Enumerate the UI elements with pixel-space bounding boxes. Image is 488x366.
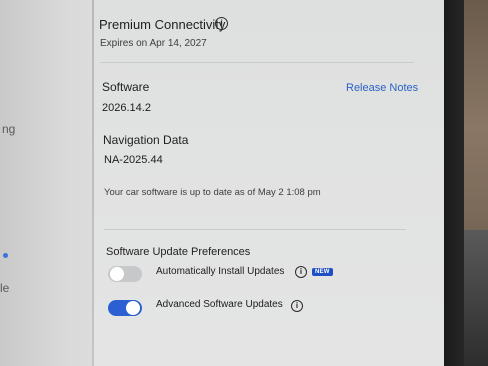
update-preferences-title: Software Update Preferences [106, 246, 251, 258]
background-shadow [464, 230, 488, 366]
settings-panel: Premium Connectivity i Expires on Apr 14… [94, 0, 444, 366]
auto-install-toggle[interactable] [108, 266, 142, 282]
navigation-label: Navigation Data [103, 133, 189, 147]
software-version: 2026.14.2 [102, 102, 151, 114]
toggle-knob [126, 301, 140, 315]
connectivity-title: Premium Connectivity [99, 17, 226, 32]
info-icon[interactable]: i [215, 17, 228, 30]
section-divider [100, 62, 414, 63]
software-label: Software [102, 80, 150, 94]
connectivity-expiry: Expires on Apr 14, 2027 [100, 38, 207, 49]
left-nav-fragment[interactable]: le [0, 281, 9, 295]
screen-bezel [444, 0, 464, 366]
selected-indicator-dot [3, 253, 8, 258]
toggle-knob [110, 267, 124, 281]
advanced-updates-toggle[interactable] [108, 300, 142, 316]
screen: ng le Premium Connectivity i Expires on … [0, 0, 488, 366]
advanced-updates-label: Advanced Software Updates [156, 299, 283, 310]
release-notes-link[interactable]: Release Notes [346, 82, 418, 94]
info-icon[interactable]: i [291, 300, 303, 312]
info-icon[interactable]: i [295, 266, 307, 278]
update-status-message: Your car software is up to date as of Ma… [104, 187, 321, 198]
left-nav-panel: ng le [0, 0, 92, 366]
auto-install-label: Automatically Install Updates [156, 266, 285, 277]
section-divider [104, 229, 406, 230]
background-outside-screen [464, 0, 488, 366]
navigation-version: NA-2025.44 [104, 154, 163, 166]
new-badge: NEW [312, 268, 333, 276]
left-nav-fragment[interactable]: ng [2, 122, 15, 136]
